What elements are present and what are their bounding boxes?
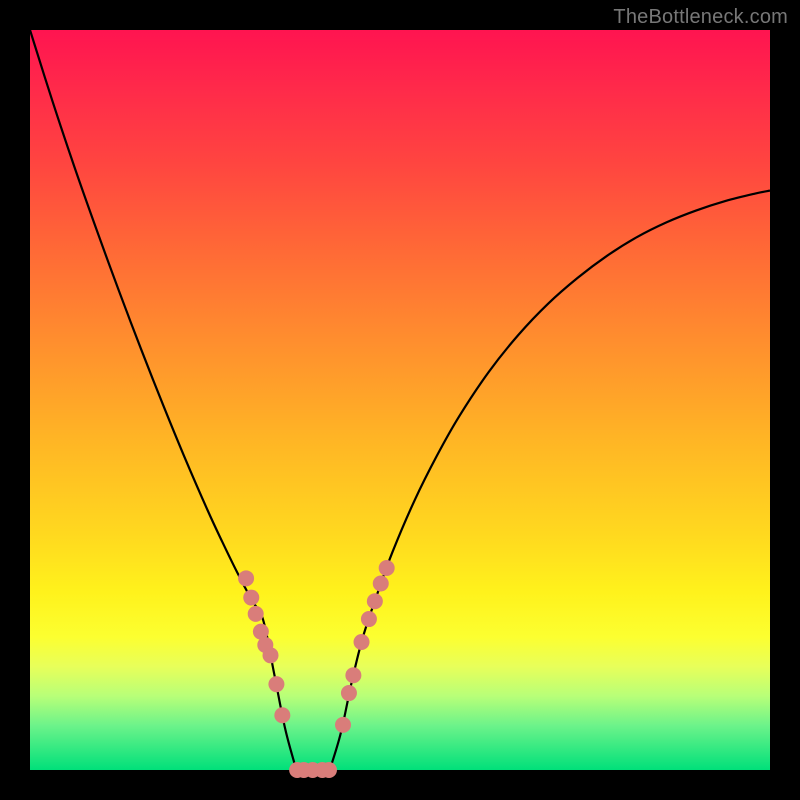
- data-marker: [373, 576, 389, 592]
- data-marker: [248, 606, 264, 622]
- data-marker: [321, 762, 337, 778]
- curve-right: [330, 191, 770, 770]
- markers-left-branch: [238, 570, 290, 723]
- watermark-text: TheBottleneck.com: [613, 6, 788, 29]
- curve-left: [30, 30, 296, 770]
- data-marker: [335, 717, 351, 733]
- data-marker: [367, 593, 383, 609]
- data-marker: [341, 685, 357, 701]
- data-marker: [263, 647, 279, 663]
- data-marker: [274, 707, 290, 723]
- data-marker: [361, 611, 377, 627]
- chart-canvas: [30, 30, 770, 770]
- markers-trough: [289, 762, 337, 778]
- data-marker: [268, 676, 284, 692]
- data-marker: [379, 560, 395, 576]
- data-marker: [345, 667, 361, 683]
- data-marker: [354, 634, 370, 650]
- chart-svg: [30, 30, 770, 770]
- data-marker: [238, 570, 254, 586]
- markers-right-branch: [335, 560, 395, 733]
- data-marker: [243, 590, 259, 606]
